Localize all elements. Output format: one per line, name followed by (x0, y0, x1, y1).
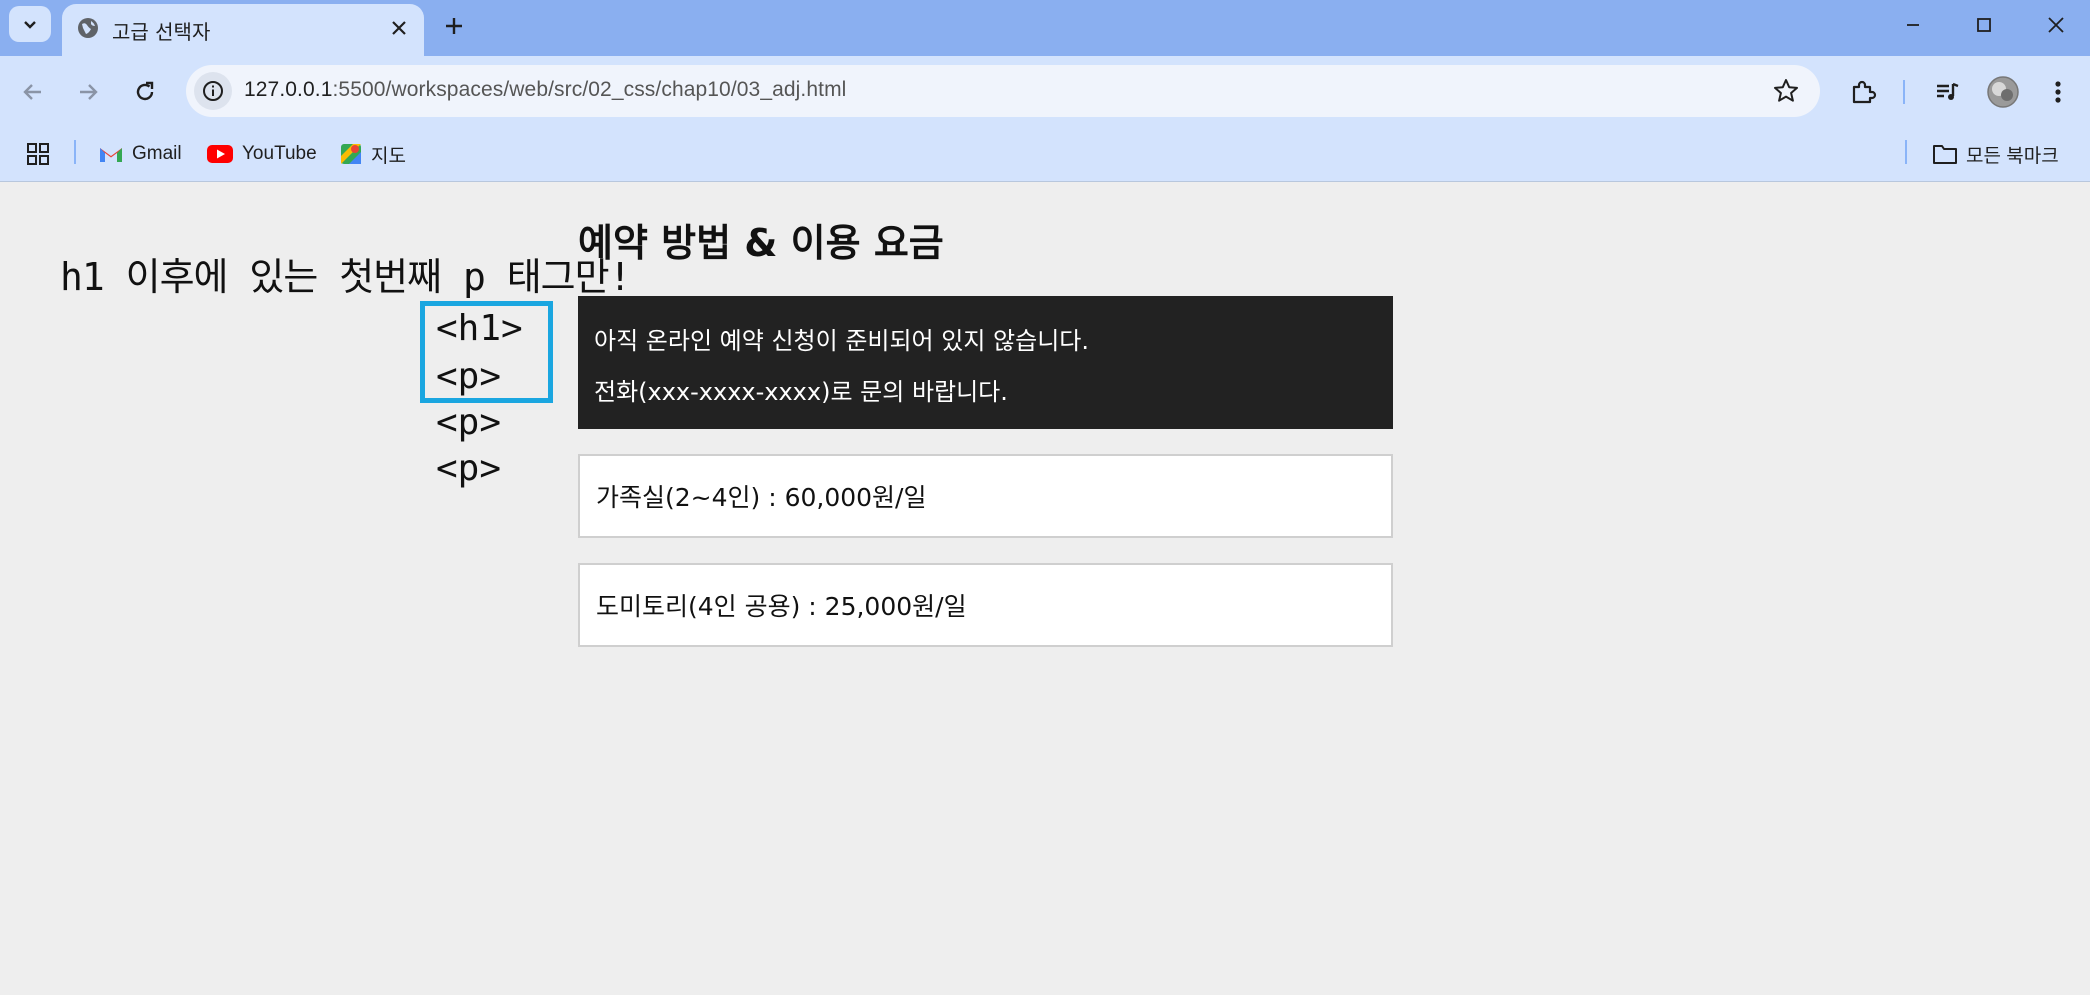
forward-button[interactable] (72, 76, 104, 108)
maps-icon (341, 144, 361, 164)
price-item-dormitory: 도미토리(4인 공용) : 25,000원/일 (578, 563, 1393, 647)
media-controls-button[interactable] (1929, 74, 1965, 110)
reload-icon (136, 81, 154, 101)
window-close-button[interactable] (2038, 10, 2074, 40)
avatar (1987, 76, 2019, 108)
info-icon (203, 81, 223, 101)
folder-icon (1933, 145, 1957, 164)
price-text: 도미토리(4인 공용) : 25,000원/일 (596, 592, 967, 621)
close-icon (2048, 17, 2064, 33)
bookmarks-bar: Gmail YouTube 지도 모든 북마크 (0, 128, 2090, 182)
minimize-button[interactable] (1895, 10, 1931, 40)
apps-button[interactable] (26, 138, 50, 170)
reservation-notice: 아직 온라인 예약 신청이 준비되어 있지 않습니다. 전화(xxx-xxxx-… (578, 296, 1393, 429)
site-info-button[interactable] (194, 72, 232, 110)
page-title: 예약 방법 & 이용 요금 (578, 221, 944, 265)
bookmarks-divider (1905, 140, 1907, 164)
all-bookmarks-button[interactable]: 모든 북마크 (1932, 138, 2059, 170)
url-text: 127.0.0.1:5500/workspaces/web/src/02_css… (244, 78, 846, 102)
arrow-left-icon (23, 84, 41, 100)
tab-search-button[interactable] (9, 6, 51, 42)
chevron-down-icon (24, 21, 36, 29)
bookmark-maps[interactable]: 지도 (339, 138, 406, 170)
bookmark-youtube[interactable]: YouTube (206, 138, 317, 170)
all-bookmarks-label: 모든 북마크 (1966, 145, 2059, 167)
back-button[interactable] (17, 76, 49, 108)
url-host: 127.0.0.1 (244, 78, 333, 101)
price-text: 가족실(2~4인) : 60,000원/일 (596, 483, 927, 512)
notice-line: 전화(xxx-xxxx-xxxx)로 문의 바랍니다. (594, 378, 1008, 406)
gmail-icon (100, 148, 122, 162)
tag-label-p: <p> (436, 448, 502, 489)
playlist-music-icon (1937, 82, 1959, 100)
tab-strip: 고급 선택자 (0, 0, 2090, 56)
maximize-icon (1977, 18, 1991, 32)
price-item-family-room: 가족실(2~4인) : 60,000원/일 (578, 454, 1393, 538)
bookmark-label: 지도 (371, 145, 406, 167)
new-tab-icon[interactable] (440, 12, 468, 40)
more-vertical-icon (2055, 81, 2061, 103)
star-icon[interactable] (1772, 77, 1800, 105)
profile-button[interactable] (1985, 74, 2021, 110)
close-icon[interactable] (388, 17, 410, 39)
toolbar-divider (1903, 80, 1905, 104)
bookmark-gmail[interactable]: Gmail (98, 138, 182, 170)
address-bar[interactable]: 127.0.0.1:5500/workspaces/web/src/02_css… (186, 65, 1820, 117)
url-path: :5500/workspaces/web/src/02_css/chap10/0… (332, 78, 847, 101)
reload-button[interactable] (129, 76, 161, 108)
puzzle-icon (1852, 80, 1877, 104)
menu-button[interactable] (2040, 74, 2076, 110)
tab-title: 고급 선택자 (112, 20, 211, 44)
bookmark-label: Gmail (132, 143, 182, 164)
maximize-button[interactable] (1966, 10, 2002, 40)
apps-grid-icon (27, 143, 49, 165)
minimize-icon (1907, 24, 1919, 26)
selector-annotation-title: h1 이후에 있는 첫번째 p 태그만! (60, 255, 631, 299)
active-tab[interactable]: 고급 선택자 (62, 4, 424, 56)
notice-line: 아직 온라인 예약 신청이 준비되어 있지 않습니다. (594, 327, 1090, 355)
youtube-icon (207, 145, 233, 163)
bookmarks-divider (74, 140, 76, 164)
arrow-right-icon (80, 84, 98, 100)
globe-icon (78, 18, 98, 38)
tag-label-p: <p> (436, 402, 502, 443)
bookmark-label: YouTube (242, 143, 317, 164)
browser-toolbar: 127.0.0.1:5500/workspaces/web/src/02_css… (0, 56, 2090, 128)
selection-highlight-box (420, 301, 553, 403)
extensions-button[interactable] (1845, 74, 1881, 110)
